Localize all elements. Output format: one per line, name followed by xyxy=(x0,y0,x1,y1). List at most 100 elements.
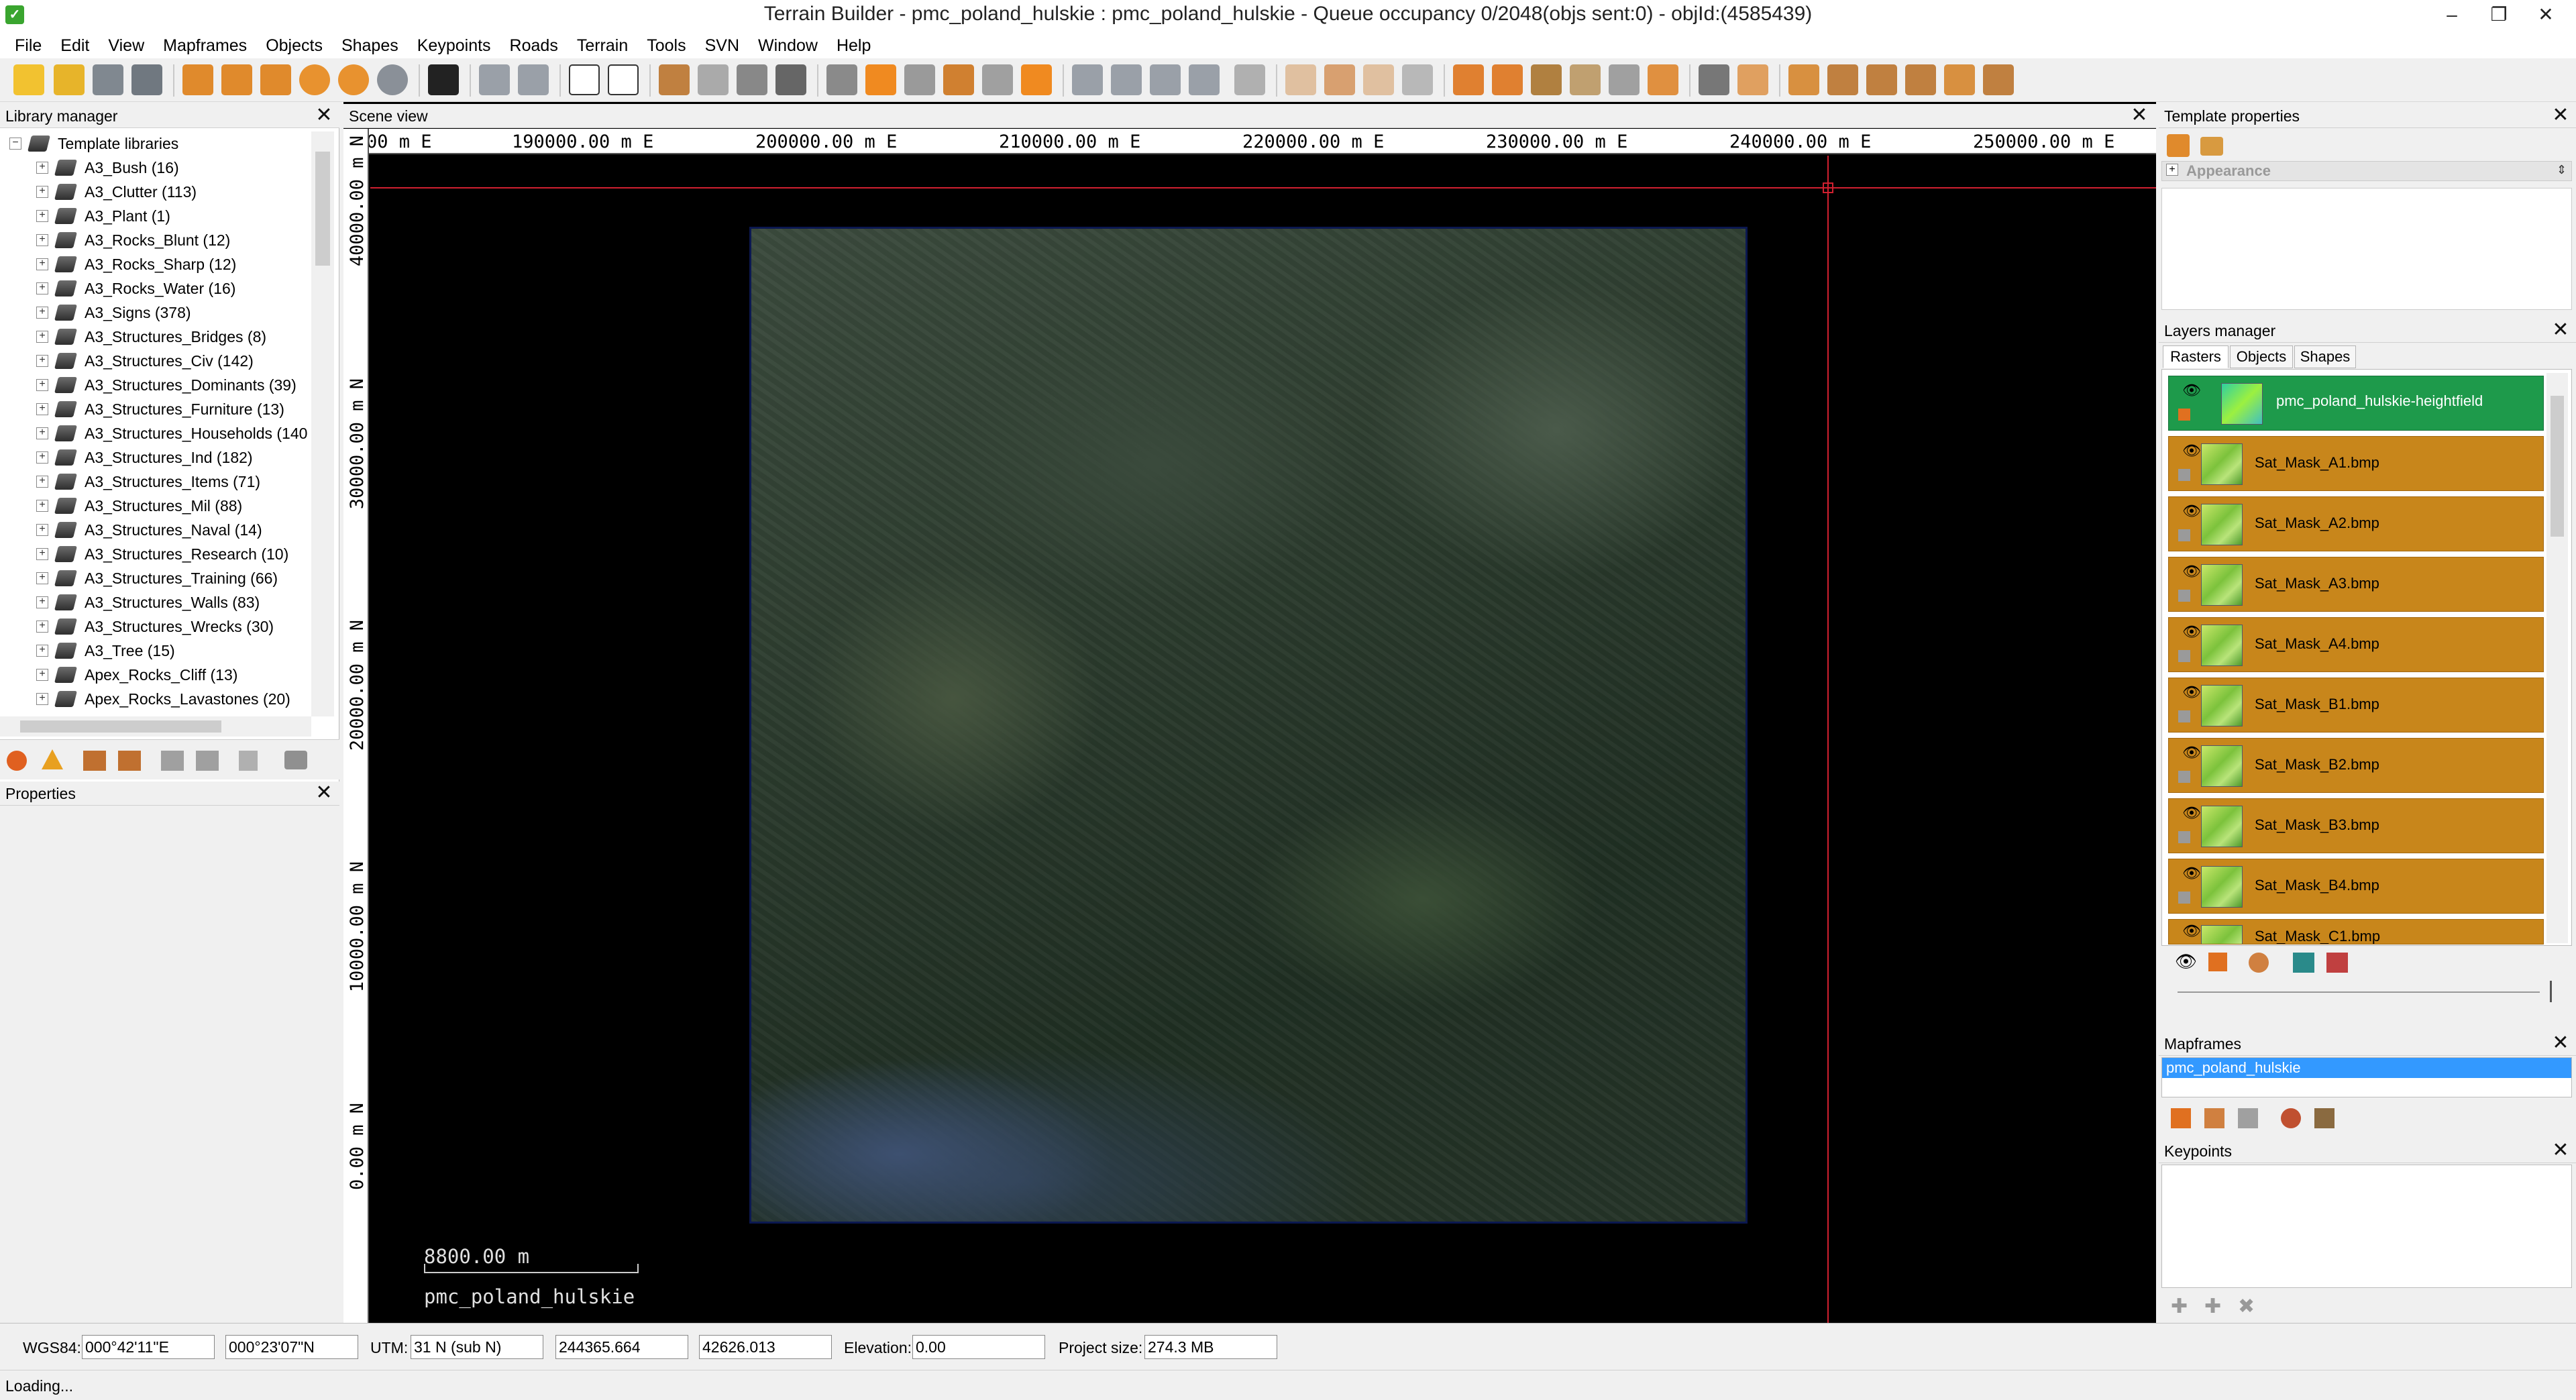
lock-icon[interactable] xyxy=(2178,409,2190,421)
tree-item[interactable]: + A3_Plant (1) xyxy=(36,204,318,228)
redo-icon[interactable] xyxy=(518,64,549,95)
cube-orange-icon[interactable] xyxy=(865,64,896,95)
hide-all-icon[interactable] xyxy=(2326,953,2348,973)
menu-edit[interactable]: Edit xyxy=(51,36,99,56)
menu-shapes[interactable]: Shapes xyxy=(332,36,408,56)
sync-icon[interactable] xyxy=(260,64,291,95)
eye-icon[interactable]: 👁 xyxy=(2182,623,2201,641)
tree-item[interactable]: + A3_Structures_Naval (14) xyxy=(36,518,318,542)
layer-item[interactable]: 👁 Sat_Mask_B4.bmp xyxy=(2168,859,2544,914)
stack-icon[interactable] xyxy=(1531,64,1562,95)
remove-keypoint-icon[interactable]: ✖ xyxy=(2238,1295,2255,1318)
layer-item[interactable]: 👁 Sat_Mask_B3.bmp xyxy=(2168,798,2544,853)
delete-mapframe-icon[interactable] xyxy=(2238,1108,2258,1128)
window-3-icon[interactable] xyxy=(1150,64,1181,95)
layer-item[interactable]: 👁 Sat_Mask_B2.bmp xyxy=(2168,738,2544,793)
keypoint-add-icon[interactable] xyxy=(1788,64,1819,95)
expand-icon[interactable]: + xyxy=(36,403,48,415)
expand-icon[interactable]: + xyxy=(36,451,48,464)
tree-item[interactable]: + A3_Structures_Furniture (13) xyxy=(36,397,318,421)
tab-shapes[interactable]: Shapes xyxy=(2294,345,2356,368)
lasso-icon[interactable] xyxy=(1324,64,1355,95)
expand-icon[interactable]: + xyxy=(36,500,48,512)
layer-item[interactable]: 👁 Sat_Mask_A3.bmp xyxy=(2168,557,2544,612)
close-properties-icon[interactable]: ✕ xyxy=(313,782,335,804)
tools-icon[interactable] xyxy=(1699,64,1729,95)
layer-item[interactable]: 👁 Sat_Mask_B1.bmp xyxy=(2168,678,2544,733)
move-library-icon[interactable] xyxy=(196,751,219,771)
menu-objects[interactable]: Objects xyxy=(256,36,332,56)
import-icon[interactable] xyxy=(182,64,213,95)
layers-scrollbar[interactable] xyxy=(2546,373,2568,943)
frame-icon[interactable] xyxy=(1234,64,1265,95)
import-mapframe-icon[interactable] xyxy=(2204,1108,2224,1128)
tree-item[interactable]: + A3_Structures_Research (10) xyxy=(36,542,318,566)
menu-window[interactable]: Window xyxy=(749,36,827,56)
collapse-icon[interactable]: − xyxy=(9,138,21,150)
ruler-icon[interactable] xyxy=(698,64,729,95)
close-template-properties-icon[interactable]: ✕ xyxy=(2549,105,2572,126)
expand-icon[interactable]: + xyxy=(36,162,48,174)
expand-icon[interactable]: + xyxy=(36,258,48,270)
appearance-section[interactable]: + Appearance ⇕ xyxy=(2161,161,2572,181)
distribute-icon[interactable] xyxy=(1570,64,1601,95)
close-scene-icon[interactable]: ✕ xyxy=(2128,105,2151,126)
window-1-icon[interactable] xyxy=(1072,64,1103,95)
grid-fine-icon[interactable] xyxy=(775,64,806,95)
layer-heightfield[interactable]: 👁 pmc_poland_hulskie-heightfield xyxy=(2168,376,2544,431)
expand-icon[interactable]: + xyxy=(36,355,48,367)
lock-icon[interactable] xyxy=(2178,469,2190,481)
expand-icon[interactable]: + xyxy=(36,572,48,584)
tree-item[interactable]: + A3_Structures_Dominants (39) xyxy=(36,373,318,397)
eye-icon[interactable]: 👁 xyxy=(2182,804,2201,822)
expand-icon[interactable]: + xyxy=(36,476,48,488)
close-window-button[interactable]: ✕ xyxy=(2522,0,2569,30)
expand-icon[interactable]: + xyxy=(36,186,48,198)
zoom-out-icon[interactable] xyxy=(338,64,369,95)
close-layers-manager-icon[interactable]: ✕ xyxy=(2549,319,2572,341)
categorized-icon[interactable] xyxy=(2167,134,2190,157)
lock-icon[interactable] xyxy=(2178,590,2190,602)
grid-orange-icon[interactable] xyxy=(1021,64,1052,95)
eye-icon[interactable]: 👁 xyxy=(2182,865,2201,882)
expand-icon[interactable]: + xyxy=(36,548,48,560)
eye-icon[interactable]: 👁 xyxy=(2175,951,2197,972)
opacity-slider-track[interactable] xyxy=(2178,991,2540,993)
lock-icon[interactable] xyxy=(2178,650,2190,662)
menu-mapframes[interactable]: Mapframes xyxy=(154,36,256,56)
grid-icon[interactable] xyxy=(737,64,767,95)
tab-objects[interactable]: Objects xyxy=(2230,345,2293,368)
expand-icon[interactable]: + xyxy=(36,596,48,608)
tree-item[interactable]: + A3_Structures_Walls (83) xyxy=(36,590,318,614)
layer-item[interactable]: 👁 Sat_Mask_A1.bmp xyxy=(2168,436,2544,491)
menu-terrain[interactable]: Terrain xyxy=(568,36,637,56)
alphabetical-icon[interactable] xyxy=(2200,137,2223,156)
zoom-in-icon[interactable] xyxy=(299,64,330,95)
warning-icon[interactable] xyxy=(42,749,63,769)
window-4-icon[interactable] xyxy=(1189,64,1220,95)
path-icon[interactable] xyxy=(1402,64,1433,95)
expand-icon[interactable]: + xyxy=(36,210,48,222)
open-project-icon[interactable] xyxy=(54,64,85,95)
expand-icon[interactable]: + xyxy=(2166,164,2178,176)
tree-item[interactable]: + A3_Structures_Bridges (8) xyxy=(36,325,318,349)
add-keypoint-group-icon[interactable]: ✚ xyxy=(2204,1295,2221,1318)
lock-icon[interactable] xyxy=(2208,953,2227,971)
expand-icon[interactable]: + xyxy=(36,524,48,536)
cube-grey-icon[interactable] xyxy=(826,64,857,95)
lock-icon[interactable] xyxy=(2178,771,2190,783)
close-keypoints-icon[interactable]: ✕ xyxy=(2549,1140,2572,1161)
keypoint-settings-icon[interactable] xyxy=(1983,64,2014,95)
add-object-2-icon[interactable] xyxy=(1492,64,1523,95)
comment-icon[interactable] xyxy=(284,751,307,769)
clapper-icon[interactable] xyxy=(428,64,459,95)
tree-item[interactable]: + A3_Tree (15) xyxy=(36,639,318,663)
search-icon[interactable] xyxy=(377,64,408,95)
tree-item[interactable]: + A3_Signs (378) xyxy=(36,301,318,325)
delete-library-icon[interactable] xyxy=(7,751,27,771)
eye-icon[interactable]: 👁 xyxy=(2182,502,2201,520)
tab-rasters[interactable]: Rasters xyxy=(2163,345,2229,368)
lock-icon[interactable] xyxy=(2178,892,2190,904)
mode-u-icon[interactable] xyxy=(608,64,639,95)
scrollbar-thumb[interactable] xyxy=(20,720,221,733)
